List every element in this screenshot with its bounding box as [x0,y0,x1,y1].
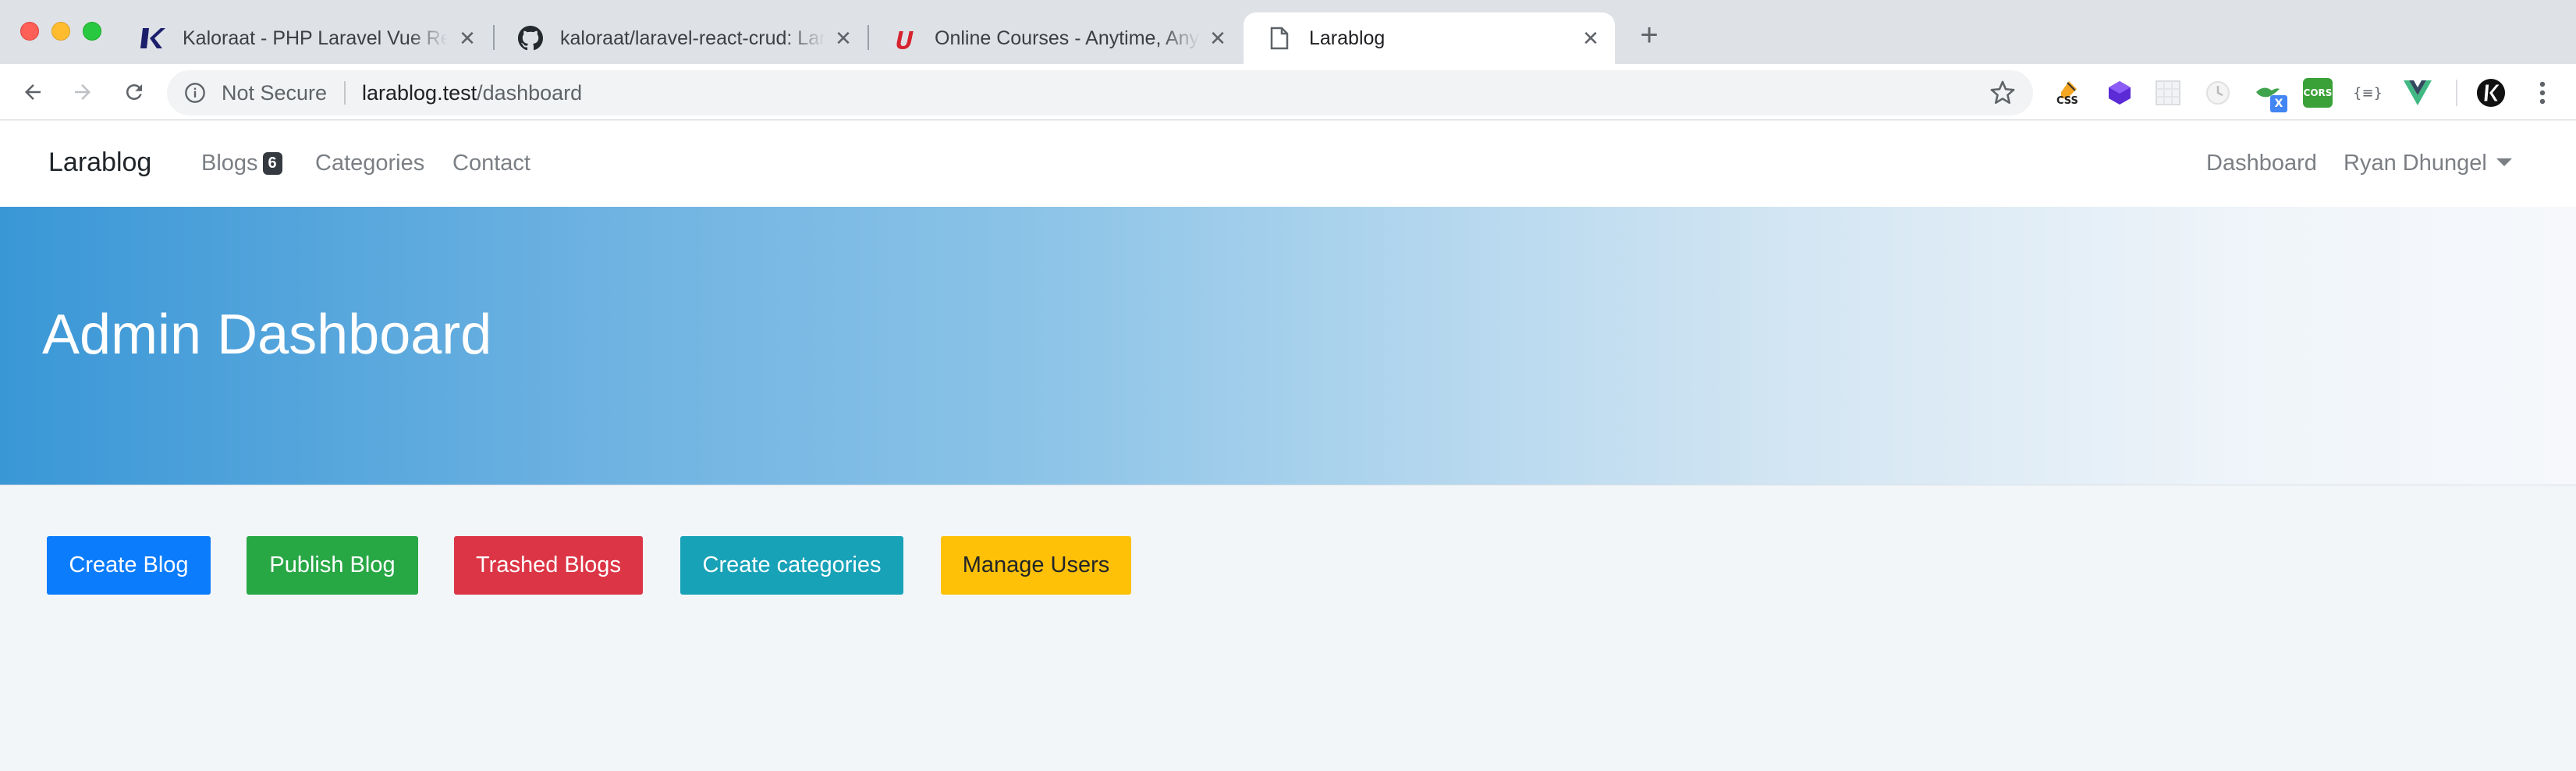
tab-title: Kaloraat - PHP Laravel Vue React [183,27,448,49]
address-divider [344,81,346,105]
udemy-icon [892,26,917,51]
window-minimize-button[interactable] [51,22,70,41]
window-close-button[interactable] [20,22,39,41]
user-dropdown[interactable]: Ryan Dhungel [2344,151,2512,176]
tab-close-icon[interactable]: ✕ [1581,28,1601,48]
toolbar-divider [2456,80,2457,106]
purple-cube-icon[interactable] [2105,78,2134,108]
tab-title: Online Courses - Anytime, Anyw [935,27,1200,49]
x-badge: X [2270,95,2287,112]
k-profile-icon[interactable] [2476,78,2506,108]
cors-label: CORS [2303,87,2333,98]
bookmark-star-icon[interactable] [1989,80,2016,106]
nav-link-blogs[interactable]: Blogs 6 [201,151,282,176]
reload-button[interactable] [119,76,150,108]
new-tab-button[interactable]: + [1635,20,1663,51]
tab-title: Larablog [1309,27,1386,49]
css-viewer-icon[interactable]: CSS [2053,78,2083,108]
hero-banner: Admin Dashboard [0,207,2576,485]
tab-close-icon[interactable]: ✕ [457,28,477,48]
trashed-blogs-button[interactable]: Trashed Blogs [454,536,643,595]
tab-close-icon[interactable]: ✕ [1208,28,1228,48]
arrow-left-icon [25,84,41,100]
tab-close-icon[interactable]: ✕ [833,28,853,48]
json-label: {≡} [2353,84,2383,101]
browser-menu-icon[interactable] [2528,78,2557,108]
bird-icon[interactable]: X [2253,78,2287,112]
url-host: larablog.test [362,81,477,105]
chevron-down-icon [2496,158,2512,166]
page-title: Admin Dashboard [42,304,492,366]
security-label[interactable]: Not Secure [222,81,327,105]
url-text[interactable]: larablog.test/dashboard [362,81,582,105]
page-icon [1267,26,1292,51]
browser-toolbar: Not Secure larablog.test/dashboard CSS X… [0,64,2576,120]
vue-devtools-icon[interactable] [2403,78,2432,108]
address-bar[interactable]: Not Secure larablog.test/dashboard [167,70,2033,115]
brand-link[interactable]: Larablog [48,147,151,178]
browser-tab-larablog[interactable]: Larablog ✕ [1244,12,1615,64]
nav-link-contact[interactable]: Contact [452,151,530,176]
kaloraat-k-icon [140,26,165,51]
clock-icon[interactable] [2203,78,2233,108]
info-icon[interactable] [184,82,206,104]
manage-users-button[interactable]: Manage Users [941,536,1131,595]
nav-link-categories[interactable]: Categories [315,151,424,176]
reload-icon [126,84,142,100]
json-braces-icon[interactable]: {≡} [2353,78,2383,108]
browser-tab-kaloraat[interactable]: Kaloraat - PHP Laravel Vue React ✕ [117,12,491,64]
forward-button[interactable] [67,76,98,108]
create-blog-button[interactable]: Create Blog [47,536,211,595]
site-navbar: Larablog Blogs 6 Categories Contact Dashb… [0,121,2576,207]
arrow-right-icon [75,84,90,100]
cors-icon[interactable]: CORS [2303,78,2333,108]
user-name: Ryan Dhungel [2344,151,2487,176]
blogs-count-badge: 6 [262,152,282,175]
browser-tab-github[interactable]: kaloraat/laravel-react-crud: Lara ✕ [495,12,868,64]
create-categories-button[interactable]: Create categories [680,536,903,595]
github-icon [518,26,543,51]
browser-tab-udemy[interactable]: Online Courses - Anytime, Anyw ✕ [869,12,1242,64]
css-label: CSS [2056,95,2078,107]
back-button[interactable] [17,76,48,108]
browser-tab-strip: Kaloraat - PHP Laravel Vue React ✕ kalor… [0,0,2576,64]
nav-link-dashboard[interactable]: Dashboard [2206,151,2317,176]
publish-blog-button[interactable]: Publish Blog [247,536,418,595]
window-maximize-button[interactable] [83,22,101,41]
tab-title: kaloraat/laravel-react-crud: Lara [560,27,825,49]
url-path: /dashboard [477,81,583,105]
nav-blogs-label: Blogs [201,151,258,176]
grid-placeholder-icon[interactable] [2153,78,2183,108]
